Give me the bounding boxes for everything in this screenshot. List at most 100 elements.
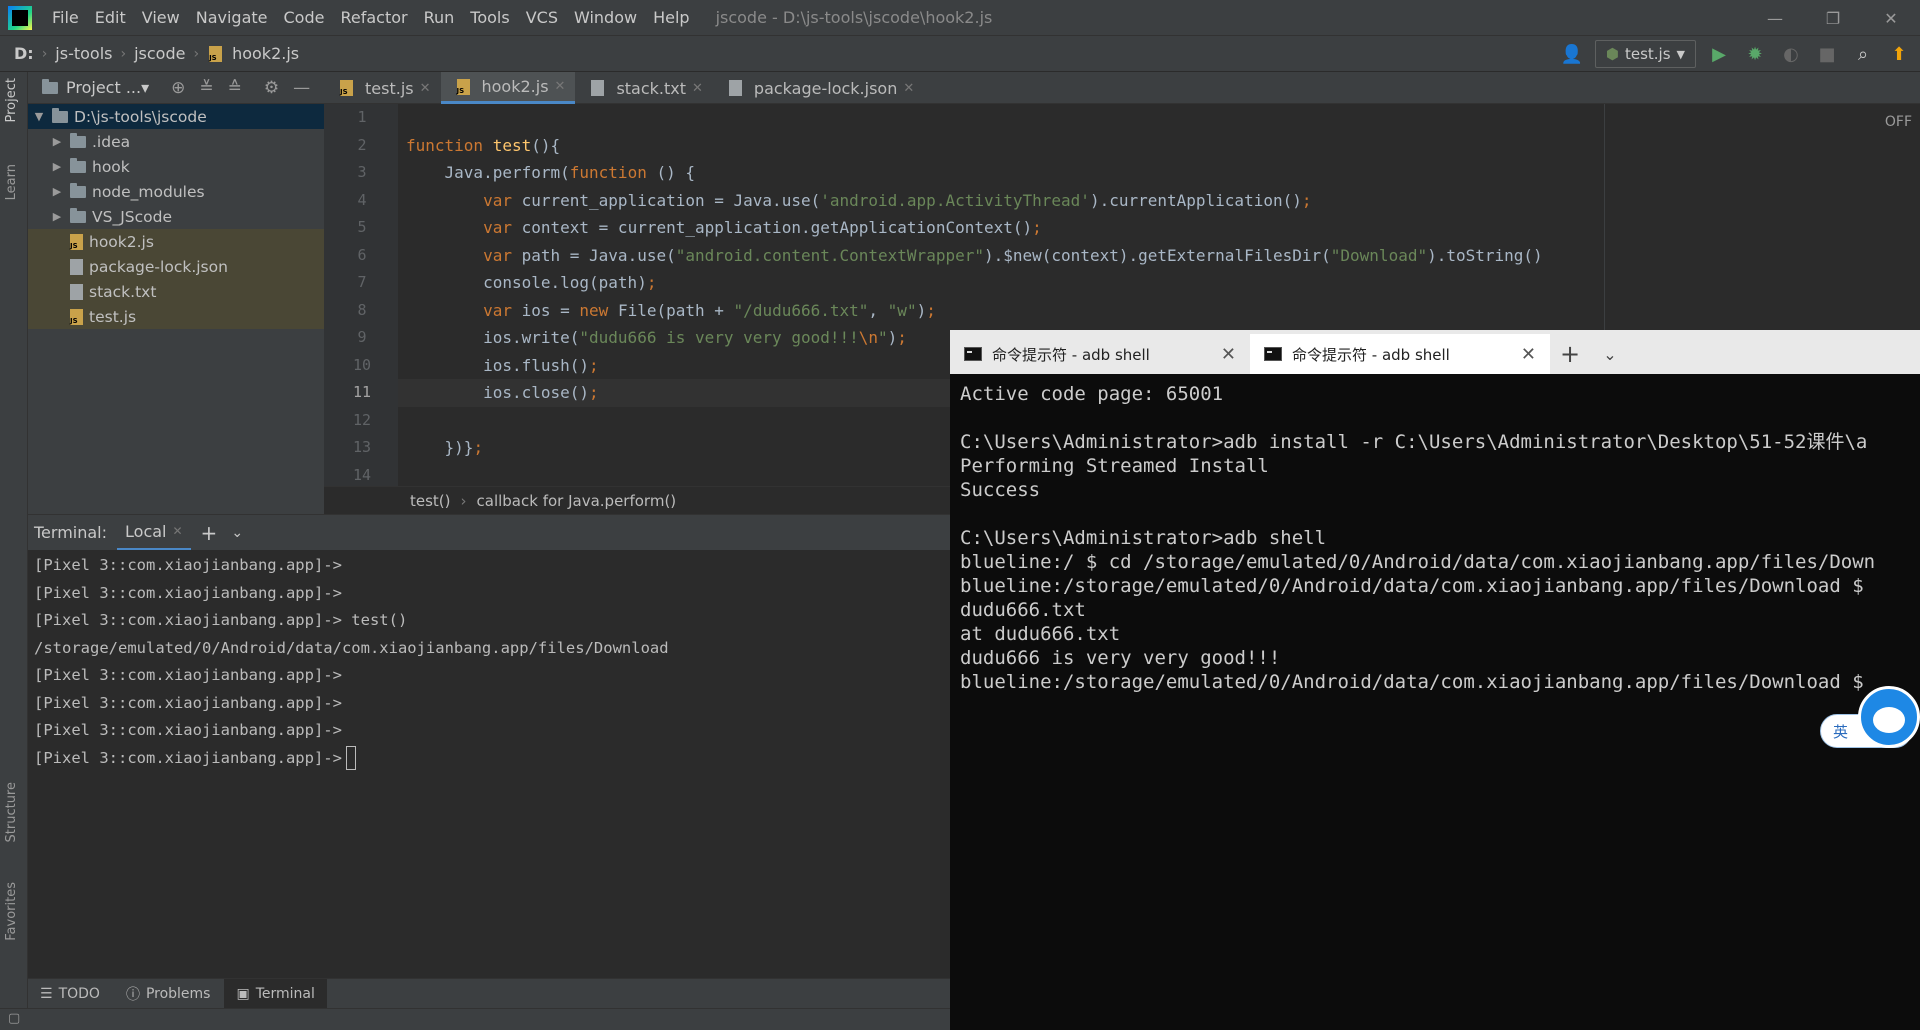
editor-right-panel: OFF (1604, 104, 1920, 330)
structure-tool-tab[interactable]: Structure (4, 782, 19, 842)
tree-item-vs-jscode[interactable]: ▶ VS_JScode (28, 204, 324, 229)
layout-icon[interactable]: ▢ (8, 1011, 20, 1026)
learn-tool-tab[interactable]: Learn (4, 164, 19, 200)
menu-run[interactable]: Run (416, 0, 463, 36)
menu-refactor[interactable]: Refactor (332, 0, 415, 36)
tab-package-lock[interactable]: package-lock.json ✕ (713, 72, 924, 104)
hide-icon[interactable]: — (293, 78, 310, 98)
close-icon[interactable]: ✕ (420, 81, 431, 96)
debug-icon[interactable]: ✹ (1742, 41, 1768, 67)
code-token: "w" (887, 300, 917, 320)
tree-item-idea[interactable]: ▶ .idea (28, 129, 324, 154)
menu-vcs[interactable]: VCS (518, 0, 566, 36)
tree-item-node-modules[interactable]: ▶ node_modules (28, 179, 324, 204)
restore-button[interactable]: ❐ (1804, 0, 1862, 36)
menu-help[interactable]: Help (645, 0, 697, 36)
cmd-line: dudu666.txt (960, 599, 1086, 621)
breadcrumb-hook2[interactable]: hook2.js (228, 44, 303, 63)
code-token: \n (858, 328, 879, 347)
toolbar-right: 👤 ⬢ test.js ▼ ▶ ✹ ◐ ■ ⌕ ⬆ (1559, 40, 1912, 68)
run-config-select[interactable]: ⬢ test.js ▼ (1594, 40, 1696, 68)
new-tab-button[interactable]: + (1550, 334, 1590, 374)
js-file-icon (209, 45, 223, 62)
tab-hook2-js[interactable]: hook2.js ✕ (440, 72, 576, 104)
cmd-line (960, 406, 1910, 430)
code-token: ) (887, 328, 898, 347)
code-token: , (868, 300, 888, 320)
locate-icon[interactable]: ⊕ (171, 78, 185, 98)
chevron-down-icon[interactable]: ⌄ (231, 525, 243, 541)
menu-tools[interactable]: Tools (462, 0, 517, 36)
cmd-line: C:\Users\Administrator>adb install -r C:… (960, 431, 1868, 453)
problems-tab[interactable]: ⓘ Problems (114, 979, 223, 1009)
collapse-all-icon[interactable]: ≙ (228, 78, 242, 98)
tree-item-test[interactable]: test.js (28, 304, 324, 329)
code-token: function (569, 163, 647, 182)
favorites-tool-tab[interactable]: Favorites (4, 882, 19, 941)
cmd-tab-2[interactable]: 命令提示符 - adb shell ✕ (1250, 334, 1550, 374)
breadcrumb-jscode[interactable]: jscode (130, 44, 189, 63)
close-icon[interactable]: ✕ (1521, 344, 1536, 365)
close-icon[interactable]: ✕ (1221, 344, 1236, 365)
tree-item-stack[interactable]: stack.txt (28, 279, 324, 304)
cmd-line: Success (960, 479, 1041, 501)
breadcrumb-js-tools[interactable]: js-tools (51, 44, 116, 63)
user-icon[interactable]: 👤 (1559, 41, 1585, 67)
terminal-tab[interactable]: ▣ Terminal (224, 978, 327, 1009)
menu-window[interactable]: Window (566, 0, 645, 36)
menu-edit[interactable]: Edit (87, 0, 134, 36)
coverage-icon[interactable]: ◐ (1778, 41, 1804, 67)
run-icon[interactable]: ▶ (1706, 41, 1732, 67)
cmd-line: Performing Streamed Install (960, 455, 1269, 477)
update-icon[interactable]: ⬆ (1886, 41, 1912, 67)
breadcrumb-callback[interactable]: callback for Java.perform() (477, 492, 677, 510)
close-button[interactable]: ✕ (1862, 0, 1920, 36)
menu-file[interactable]: File (44, 0, 87, 36)
off-label[interactable]: OFF (1885, 114, 1912, 130)
cmd-tab-1[interactable]: 命令提示符 - adb shell ✕ (950, 334, 1250, 374)
close-icon[interactable]: ✕ (172, 524, 182, 538)
close-icon[interactable]: ✕ (555, 79, 566, 94)
menu-view[interactable]: View (134, 0, 188, 36)
tree-item-package-lock[interactable]: package-lock.json (28, 254, 324, 279)
code-token: context = current_application.getApplica… (511, 218, 1033, 237)
menu-code[interactable]: Code (276, 0, 333, 36)
chevron-down-icon[interactable]: ⌄ (1590, 334, 1630, 374)
project-tool-tab[interactable]: Project (4, 78, 19, 122)
tree-item-hook2[interactable]: hook2.js (28, 229, 324, 254)
code-token: var (406, 300, 512, 320)
close-icon[interactable]: ✕ (903, 81, 914, 96)
breadcrumb-function[interactable]: test() (410, 492, 451, 510)
js-file-icon (340, 80, 353, 96)
stop-icon[interactable]: ■ (1814, 41, 1840, 67)
expand-all-icon[interactable]: ≚ (199, 78, 213, 98)
line-number: 11 (352, 383, 372, 401)
minimize-button[interactable]: — (1746, 0, 1804, 36)
tree-root[interactable]: ▼ D:\js-tools\jscode (28, 104, 324, 129)
tree-item-hook[interactable]: ▶ hook (28, 154, 324, 179)
todo-tab[interactable]: ☰ TODO (28, 979, 112, 1009)
mascot-avatar-icon[interactable] (1858, 686, 1920, 748)
close-icon[interactable]: ✕ (692, 81, 703, 96)
js-file-icon (456, 78, 470, 95)
terminal-output[interactable]: [Pixel 3::com.xiaojianbang.app]-> [Pixel… (28, 550, 950, 978)
plus-icon[interactable]: + (201, 521, 218, 545)
code-token: ; (589, 355, 599, 375)
search-icon[interactable]: ⌕ (1850, 41, 1876, 67)
expand-right-icon: ▶ (52, 160, 62, 173)
line-number: 7 (357, 273, 367, 291)
line-number: 2 (357, 135, 367, 154)
gear-icon[interactable]: ⚙ (264, 78, 279, 98)
code-token: ).$new(context).getExternalFilesDir( (983, 245, 1331, 265)
project-view-select[interactable]: Project ...▾ (66, 78, 149, 97)
cmd-output[interactable]: Active code page: 65001 C:\Users\Adminis… (950, 374, 1920, 1030)
code-token: ios.close() (406, 383, 590, 402)
cmd-window: 命令提示符 - adb shell ✕ 命令提示符 - adb shell ✕ … (950, 330, 1920, 1030)
menu-navigate[interactable]: Navigate (188, 0, 276, 36)
json-file-icon (70, 258, 83, 275)
tab-stack-txt[interactable]: stack.txt ✕ (575, 72, 712, 104)
terminal-tab-local[interactable]: Local ✕ (117, 515, 191, 551)
tree-root-label: D:\js-tools\jscode (74, 107, 207, 126)
breadcrumb-drive[interactable]: D: (10, 44, 38, 63)
tab-test-js[interactable]: test.js ✕ (324, 72, 441, 104)
